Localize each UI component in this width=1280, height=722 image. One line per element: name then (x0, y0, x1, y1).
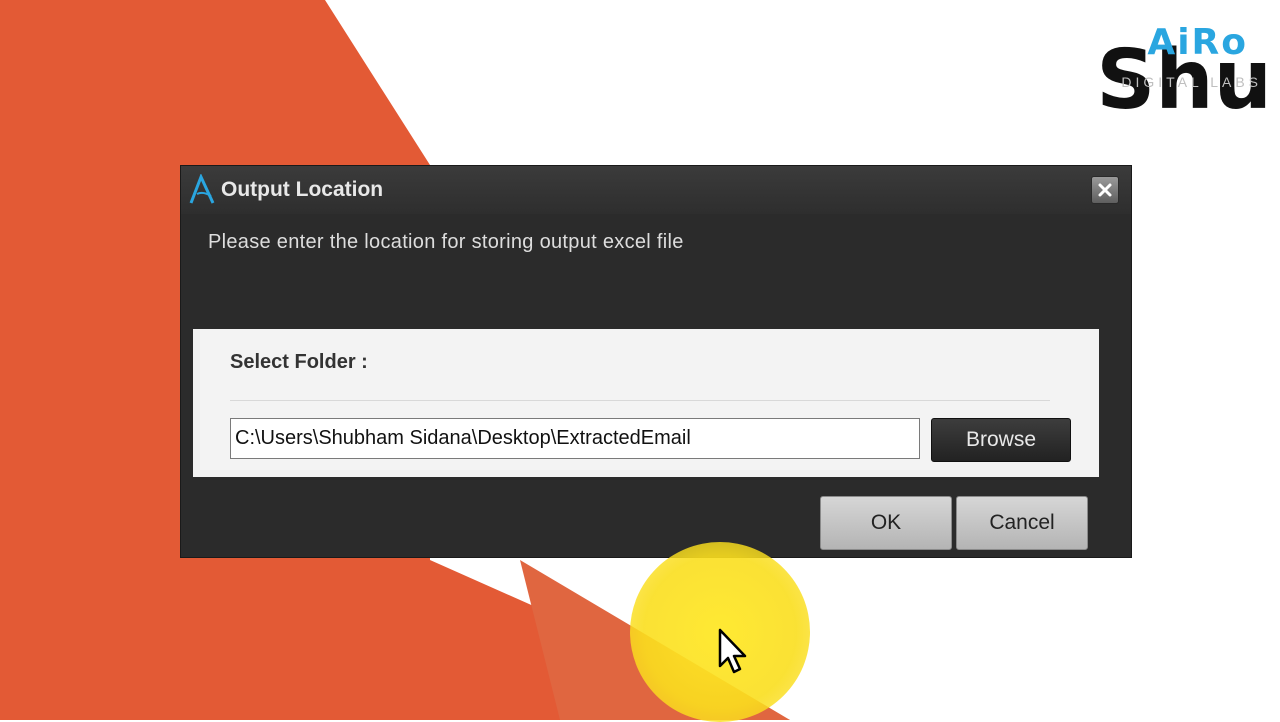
logo-subtitle: DIGITAL LABS (1121, 74, 1262, 90)
dialog-titlebar[interactable]: Output Location (181, 166, 1131, 214)
output-location-dialog: Output Location Please enter the locatio… (180, 165, 1132, 558)
dialog-title: Output Location (221, 178, 384, 201)
mouse-pointer-icon (718, 628, 747, 674)
brand-logo: Shu DIGITAL LABS AiRo (1060, 18, 1280, 138)
ok-button[interactable]: OK (820, 496, 952, 550)
airo-logo-icon (187, 173, 217, 206)
panel-divider (230, 400, 1050, 401)
folder-panel: Select Folder : Browse (193, 329, 1099, 477)
select-folder-label: Select Folder : (230, 351, 368, 373)
folder-path-input[interactable] (230, 418, 920, 459)
logo-brand: AiRo (1147, 22, 1248, 63)
close-icon (1098, 183, 1112, 197)
close-button[interactable] (1091, 176, 1119, 204)
dialog-message: Please enter the location for storing ou… (208, 231, 684, 253)
browse-button[interactable]: Browse (931, 418, 1071, 462)
cancel-button[interactable]: Cancel (956, 496, 1088, 550)
